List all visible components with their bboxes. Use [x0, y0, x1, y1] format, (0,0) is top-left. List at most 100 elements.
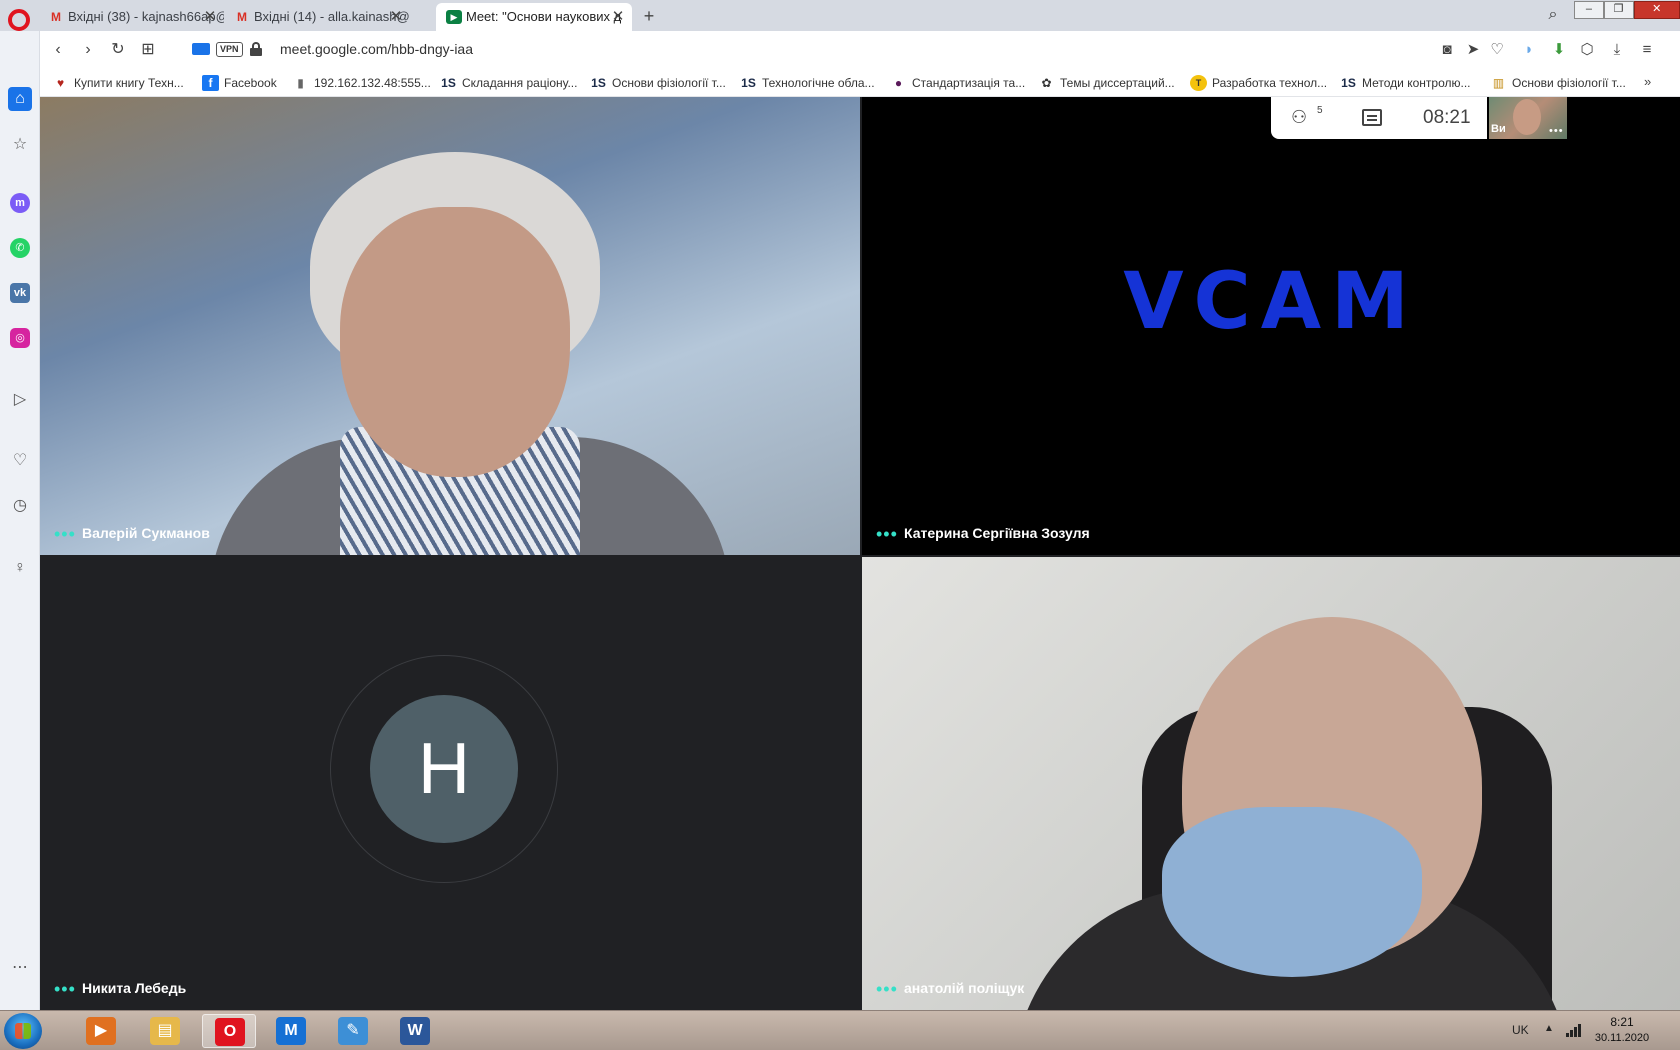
1s-icon: 1S	[741, 76, 756, 90]
t-icon: T	[1190, 75, 1207, 91]
taskbar-app-word[interactable]: W	[388, 1014, 442, 1048]
tab-gmail-1[interactable]: M Вхідні (38) - kajnash66ap@ ✕	[38, 3, 224, 31]
minimize-button[interactable]: –	[1574, 1, 1604, 19]
bookmark-item[interactable]: ▥ Основи фізіології т...	[1490, 74, 1626, 92]
circle-icon: ●	[894, 76, 903, 90]
page-icon: ▮	[297, 76, 304, 90]
history-clock-icon[interactable]: ◷	[8, 494, 32, 518]
taskbar-app-paint[interactable]: ✎	[326, 1014, 380, 1048]
taskbar-app-media-player[interactable]: ▶	[74, 1014, 128, 1048]
1s-icon: 1S	[591, 76, 606, 90]
clock-date[interactable]: 30.11.2020	[1592, 1032, 1652, 1044]
paw-icon: ✿	[1041, 76, 1052, 90]
tray-expand-icon[interactable]: ▲	[1544, 1023, 1554, 1034]
participant-tile[interactable]: Н ••• Никита Лебедь	[40, 557, 860, 1010]
whatsapp-icon[interactable]: ✆	[10, 238, 30, 258]
browser-tab-strip: M Вхідні (38) - kajnash66ap@ ✕ M Вхідні …	[0, 0, 1680, 31]
bookmarks-overflow-button[interactable]: »	[1644, 74, 1651, 89]
gmail-icon: M	[237, 10, 247, 24]
back-button[interactable]: ‹	[46, 39, 70, 61]
participant-tile[interactable]: VCAM ••• Катерина Сергіївна Зозуля	[862, 97, 1680, 555]
reload-button[interactable]: ↻	[106, 39, 130, 61]
send-icon[interactable]: ➤	[1462, 40, 1484, 60]
heart-icon[interactable]: ♡	[8, 449, 32, 473]
bookmark-item[interactable]: T Разработка технол...	[1190, 74, 1327, 92]
bookmark-item[interactable]: 1S Основи фізіології т...	[590, 74, 726, 92]
video-figure	[1513, 99, 1541, 135]
vcam-placeholder-text: VCAM	[1123, 257, 1419, 347]
instagram-icon[interactable]: ◎	[10, 328, 30, 348]
book-icon: ♥	[56, 76, 65, 90]
close-tab-icon[interactable]: ✕	[610, 3, 626, 31]
participant-tile[interactable]: ••• Валерій Сукманов	[40, 97, 860, 555]
tab-label: Meet: "Основи наукових д	[466, 9, 622, 24]
tab-gmail-2[interactable]: M Вхідні (14) - alla.kainash@ ✕	[224, 3, 410, 31]
vpn-badge[interactable]: VPN	[216, 42, 243, 57]
taskbar-app-messenger[interactable]: M	[264, 1014, 318, 1048]
opera-sidebar: ⌂ ☆ m ✆ vk ◎ ▷ ♡ ◷ ♀ ⋯	[0, 31, 40, 1010]
tab-search-icon[interactable]: ⌕	[1542, 4, 1564, 26]
participant-name: Никита Лебедь	[82, 980, 187, 996]
heart-icon[interactable]: ♡	[1486, 40, 1508, 60]
send-flow-icon[interactable]: ▷	[8, 388, 32, 412]
messenger-icon[interactable]: m	[10, 193, 30, 213]
new-tab-button[interactable]: +	[636, 3, 662, 29]
camera-in-use-icon[interactable]	[192, 43, 210, 55]
bookmark-item[interactable]: 1S Складання раціону...	[440, 74, 577, 92]
media-player-icon: ▶	[86, 1017, 116, 1045]
close-tab-icon[interactable]: ✕	[388, 3, 404, 31]
bookmark-item[interactable]: 1S Технологічне обла...	[740, 74, 874, 92]
tab-label: Вхідні (14) - alla.kainash@	[254, 9, 410, 24]
clock-time[interactable]: 8:21	[1592, 1015, 1652, 1029]
maximize-button[interactable]: ❐	[1603, 1, 1634, 19]
facebook-icon: f	[202, 75, 219, 91]
forward-button[interactable]: ›	[76, 39, 100, 61]
bookmark-item[interactable]: ♥ Купити книгу Техн...	[52, 74, 184, 92]
snapshot-icon[interactable]: ◙	[1436, 40, 1458, 60]
close-tab-icon[interactable]: ✕	[202, 3, 218, 31]
self-view-tile[interactable]: Ви •••	[1489, 97, 1567, 139]
meeting-clock: 08:21	[1423, 107, 1471, 128]
folder-icon: ▤	[150, 1017, 180, 1045]
participant-name: Валерій Сукманов	[82, 525, 210, 541]
lock-icon[interactable]	[250, 42, 262, 56]
url-field[interactable]: meet.google.com/hbb-dngy-iaa	[280, 41, 473, 57]
gmail-icon: M	[51, 10, 61, 24]
bookmark-item[interactable]: ● Стандартизація та...	[890, 74, 1025, 92]
close-window-button[interactable]: ✕	[1633, 1, 1680, 19]
self-more-options-icon[interactable]: •••	[1549, 125, 1564, 137]
extension-id-icon[interactable]: ◗	[1518, 40, 1540, 60]
opera-icon: O	[215, 1018, 245, 1046]
participant-name: Катерина Сергіївна Зозуля	[904, 525, 1090, 541]
bookmark-item[interactable]: ✿ Темы диссертаций...	[1038, 74, 1174, 92]
bookmark-item[interactable]: ▮ 192.162.132.48:555...	[292, 74, 431, 92]
speed-dial-star-icon[interactable]: ☆	[8, 133, 32, 157]
speaking-dots-icon: •••	[54, 979, 76, 999]
lightbulb-icon[interactable]: ♀	[8, 556, 32, 580]
download-helper-icon[interactable]: ⬇	[1548, 40, 1570, 60]
word-icon: W	[400, 1017, 430, 1045]
language-indicator[interactable]: UK	[1512, 1023, 1529, 1037]
tab-meet[interactable]: ▶ Meet: "Основи наукових д ✕	[436, 3, 632, 31]
opera-menu-icon[interactable]	[8, 9, 30, 31]
vk-icon[interactable]: vk	[10, 283, 30, 303]
bookmark-item[interactable]: f Facebook	[202, 74, 277, 92]
tabs-grid-icon[interactable]: ⊞	[136, 39, 160, 61]
downloads-icon[interactable]: ⤓	[1606, 40, 1628, 60]
chat-icon[interactable]	[1362, 109, 1382, 126]
easy-setup-icon[interactable]: ≡	[1636, 40, 1658, 60]
taskbar-app-file-explorer[interactable]: ▤	[138, 1014, 192, 1048]
taskbar-app-opera[interactable]: O	[202, 1014, 256, 1048]
bookmark-item[interactable]: 1S Методи контролю...	[1340, 74, 1470, 92]
sidebar-more-icon[interactable]: ⋯	[8, 956, 32, 980]
participant-name: анатолій поліщук	[904, 980, 1025, 996]
self-label: Ви	[1491, 123, 1506, 135]
network-signal-icon[interactable]	[1566, 1023, 1582, 1037]
extensions-cube-icon[interactable]: ⬡	[1576, 40, 1598, 60]
participant-tile[interactable]: ••• анатолій поліщук	[862, 557, 1680, 1010]
windows-taskbar: ▶ ▤ O M ✎ W UK ▲ 8:21 30.11.2020	[0, 1010, 1680, 1050]
speaking-dots-icon: •••	[54, 524, 76, 544]
meet-icon: ▶	[446, 10, 462, 24]
home-icon[interactable]: ⌂	[8, 87, 32, 111]
start-button[interactable]	[4, 1013, 42, 1049]
